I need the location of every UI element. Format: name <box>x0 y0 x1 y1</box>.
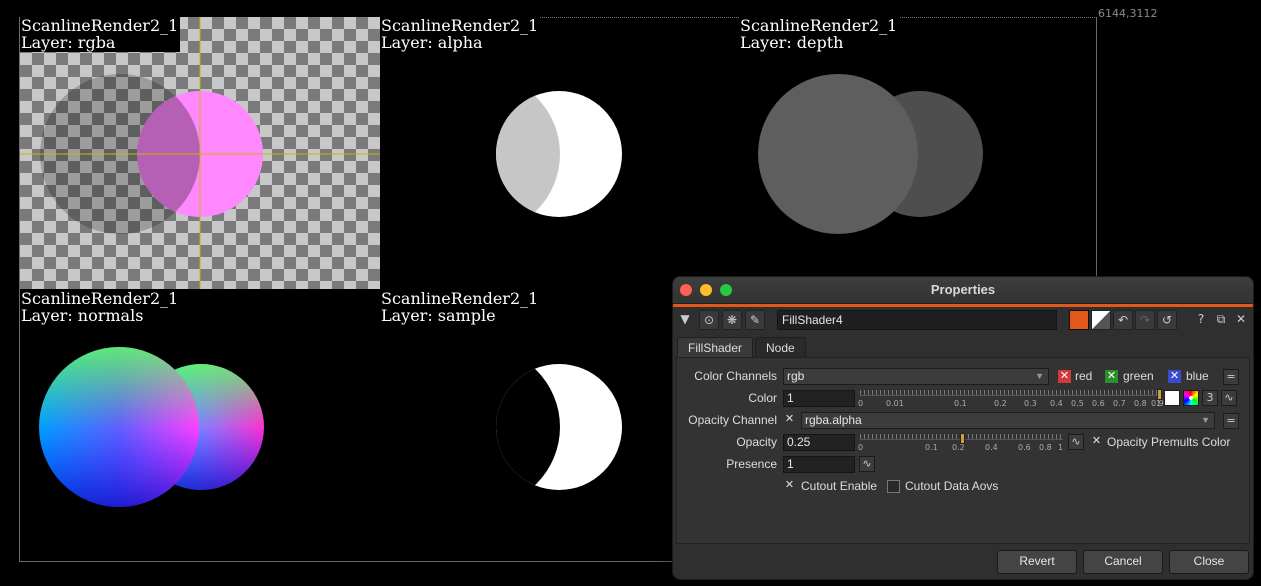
properties-panel[interactable]: Properties ▼ ⊙ ❋ ✎ FillShader4 ↶ ↷ ↺ ? ⧉… <box>672 276 1254 580</box>
slider-tick-label: 0.4 <box>1050 399 1063 408</box>
slider-tick-label: 0.2 <box>994 399 1007 408</box>
cutout-data-aovs-label: Cutout Data Aovs <box>905 479 999 493</box>
opacity-value-field[interactable]: 0.25 <box>783 434 855 451</box>
panel-titlebar[interactable]: Properties <box>673 277 1253 304</box>
color-wheel-icon[interactable] <box>1183 390 1199 406</box>
color-channels-dropdown[interactable]: rgb ▼ <box>783 368 1049 385</box>
cutout-enable-checkbox[interactable]: ✕ <box>783 479 796 492</box>
tile-normals: ScanlineRender2_1 Layer: normals <box>20 290 380 562</box>
depth-render <box>758 74 983 234</box>
blue-label: blue <box>1186 369 1209 383</box>
wrench-icon[interactable]: ✎ <box>745 310 765 330</box>
tile-label: ScanlineRender2_1 Layer: rgba <box>20 16 181 52</box>
blue-checkbox[interactable]: ✕ <box>1168 370 1181 383</box>
undo-icon[interactable]: ↶ <box>1113 310 1133 330</box>
color-swatch[interactable] <box>1164 390 1180 406</box>
view-node-icon[interactable]: ⊙ <box>699 310 719 330</box>
link-button[interactable]: = <box>1223 369 1239 385</box>
panel-toolbar: ▼ ⊙ ❋ ✎ FillShader4 ↶ ↷ ↺ ? ⧉ ✕ <box>673 307 1253 333</box>
revert-button[interactable]: Revert <box>997 550 1077 574</box>
slider-tick-label: 0.3 <box>1024 399 1037 408</box>
color-value-field[interactable]: 1 <box>783 390 855 407</box>
collapse-arrow-icon[interactable]: ▼ <box>675 310 695 330</box>
tile-alpha: ScanlineRender2_1 Layer: alpha <box>380 17 740 289</box>
slider-tick-label: 0.7 <box>1113 399 1126 408</box>
slider-tick-label: 0 <box>858 443 864 452</box>
color-slider[interactable]: 0 0.01 0.1 0.2 0.3 0.4 0.5 0.6 0.7 0.8 0.9 1 <box>858 389 1164 412</box>
opacity-link-button[interactable]: = <box>1223 413 1239 429</box>
opacity-channel-checkbox[interactable]: ✕ <box>783 413 796 426</box>
cutout-data-aovs-checkbox[interactable] <box>887 480 900 493</box>
opacity-premults-label: Opacity Premults Color <box>1107 435 1231 449</box>
knobs-area: Color Channels rgb ▼ ✕ red ✕ green ✕ blue… <box>676 357 1250 544</box>
rgba-render <box>20 17 380 289</box>
resolution-label: 6144,3112 <box>1098 7 1158 20</box>
slider-tick-label: 1 <box>1156 399 1162 408</box>
float-panel-icon[interactable]: ⧉ <box>1211 310 1231 330</box>
tile-label: ScanlineRender2_1 Layer: alpha <box>380 16 541 52</box>
slider-tick-label: 0 <box>858 399 864 408</box>
slider-tick-label: 1 <box>1058 443 1064 452</box>
color-channels-label: Color Channels <box>694 369 777 383</box>
redo-icon[interactable]: ↷ <box>1135 310 1155 330</box>
slider-tick-label: 0.1 <box>954 399 967 408</box>
animation-curve-icon[interactable]: ∿ <box>1221 390 1237 406</box>
slider-tick-label: 0.01 <box>886 399 904 408</box>
tile-depth: ScanlineRender2_1 Layer: depth <box>739 17 1099 289</box>
slider-tick-label: 0.6 <box>1092 399 1105 408</box>
slider-tick-label: 0.8 <box>1039 443 1052 452</box>
close-button[interactable]: Close <box>1169 550 1249 574</box>
alpha-render <box>496 91 622 217</box>
help-icon[interactable]: ? <box>1191 310 1211 330</box>
presence-curve-icon[interactable]: ∿ <box>859 456 875 472</box>
tile-label: ScanlineRender2_1 Layer: depth <box>739 16 900 52</box>
node-color-icon[interactable] <box>1069 310 1089 330</box>
opacity-label: Opacity <box>736 435 777 449</box>
panel-tabs: FillShader Node <box>673 337 1253 358</box>
color-slider-handle[interactable] <box>1157 389 1162 400</box>
green-label: green <box>1123 369 1154 383</box>
close-panel-icon[interactable]: ✕ <box>1231 310 1251 330</box>
tile-label: ScanlineRender2_1 Layer: sample <box>380 289 541 325</box>
slider-tick-label: 0.6 <box>1018 443 1031 452</box>
cutout-enable-label: Cutout Enable <box>801 479 878 493</box>
presence-value-field[interactable]: 1 <box>783 456 855 473</box>
color-label: Color <box>748 391 777 405</box>
opacity-curve-icon[interactable]: ∿ <box>1068 434 1084 450</box>
opacity-slider[interactable]: 0 0.1 0.2 0.4 0.6 0.8 1 <box>858 433 1064 456</box>
slider-tick-label: 0.1 <box>925 443 938 452</box>
opacity-premults-checkbox[interactable]: ✕ <box>1090 435 1103 448</box>
tab-fillshader[interactable]: FillShader <box>677 337 754 358</box>
tile-label: ScanlineRender2_1 Layer: normals <box>20 289 181 325</box>
normals-render <box>39 347 264 507</box>
slider-tick-label: 0.5 <box>1071 399 1084 408</box>
panel-title: Properties <box>930 282 996 297</box>
slider-tick-label: 0.2 <box>952 443 965 452</box>
red-label: red <box>1075 369 1093 383</box>
red-checkbox[interactable]: ✕ <box>1058 370 1071 383</box>
presence-label: Presence <box>726 457 777 471</box>
slider-tick-label: 0.4 <box>985 443 998 452</box>
node-icon[interactable]: ❋ <box>722 310 742 330</box>
slider-tick-label: 0.8 <box>1134 399 1147 408</box>
opacity-channel-dropdown[interactable]: rgba.alpha ▼ <box>801 412 1215 429</box>
channel-count-button[interactable]: 3 <box>1202 390 1218 406</box>
green-checkbox[interactable]: ✕ <box>1105 370 1118 383</box>
tile-rgba: ScanlineRender2_1 Layer: rgba <box>20 17 380 289</box>
opacity-slider-handle[interactable] <box>960 433 965 444</box>
cancel-button[interactable]: Cancel <box>1083 550 1163 574</box>
node-name-field[interactable]: FillShader4 <box>777 310 1057 330</box>
node-font-color-icon[interactable] <box>1091 310 1111 330</box>
tab-node[interactable]: Node <box>755 337 806 358</box>
opacity-channel-label: Opacity Channel <box>688 413 777 427</box>
revert-knobs-icon[interactable]: ↺ <box>1157 310 1177 330</box>
